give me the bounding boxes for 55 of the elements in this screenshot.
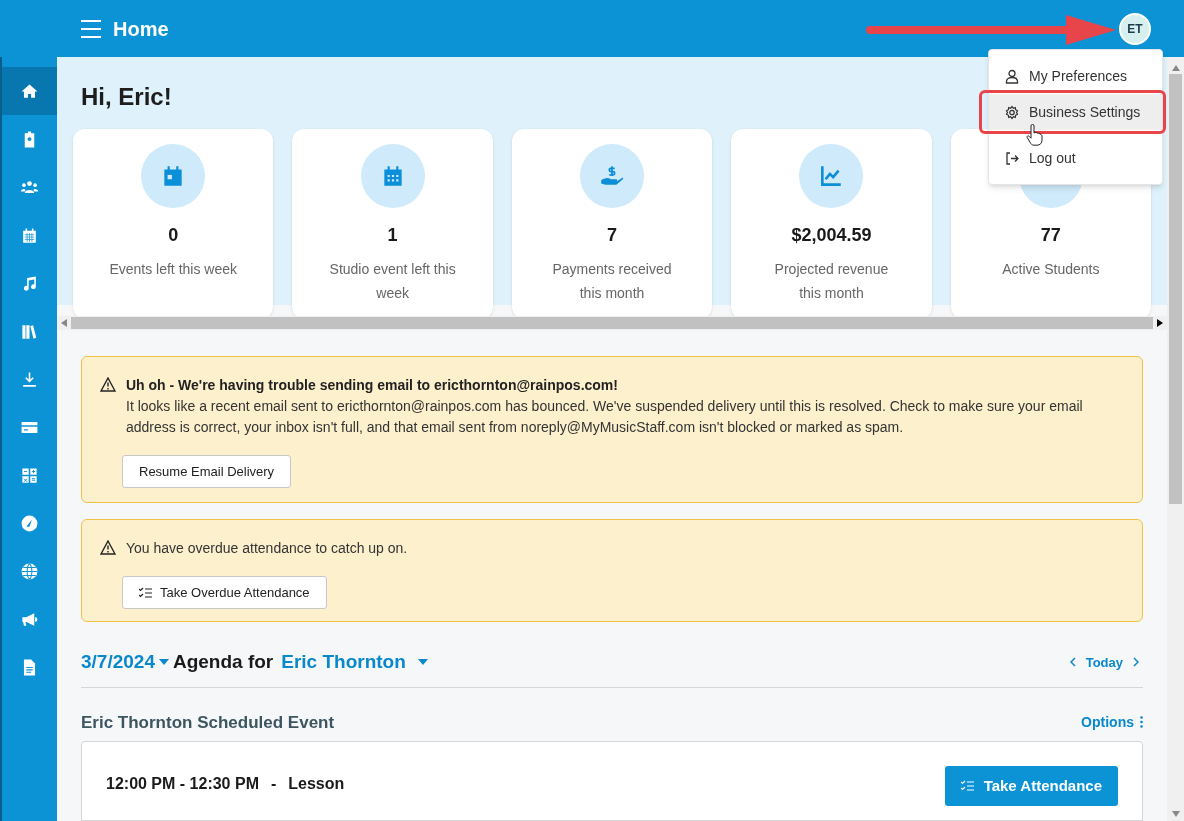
scroll-up-icon[interactable] (1171, 65, 1180, 71)
avatar[interactable]: ET (1119, 12, 1151, 45)
calendar-icon (20, 225, 39, 245)
caret-icon (417, 659, 428, 666)
separator-text: - (270, 774, 277, 794)
download-icon (20, 369, 39, 389)
previous-icon[interactable] (1069, 657, 1076, 668)
alert-title: Uh oh - We're having trouble sending email to ericthornton@rainpos.com! (126, 376, 619, 395)
home-icon (20, 81, 39, 101)
greeting: Hi, Eric! (81, 82, 172, 112)
agenda-title: Agenda for (172, 650, 274, 674)
today-button[interactable]: Today (1085, 652, 1123, 672)
scroll-left-icon[interactable] (61, 318, 67, 327)
stat-label: Projected revenue this month (773, 260, 890, 303)
gauge-icon (20, 513, 39, 533)
stat-value: $2,004.59 (791, 224, 872, 247)
logout-icon (1005, 150, 1019, 166)
menu-item[interactable]: Log out (989, 140, 1162, 176)
stat-value: 77 (1040, 224, 1061, 247)
warning-icon (100, 377, 116, 392)
alert-message: It looks like a recent email sent to ericthornton@rainpos.com has bounced. We've suspended delivery until this is resolved. Check to make sure your email address is correct, your inbox isn't full, and that email sent from noreply@MyMusicStaff.com isn't blocked or marked as spam. (126, 397, 1084, 437)
pointer-cursor-icon (1026, 124, 1043, 146)
person-icon (1005, 68, 1019, 84)
menu-icon[interactable] (81, 19, 101, 38)
globe-icon (20, 561, 39, 581)
options-button[interactable]: Options (1081, 711, 1143, 733)
section-title: Eric Thornton Scheduled Event (81, 711, 335, 734)
menu-item[interactable]: Business Settings (989, 94, 1162, 130)
calculator-icon (20, 465, 39, 485)
stat-value: 7 (607, 224, 617, 247)
checklist-icon (960, 780, 974, 792)
alert-button[interactable]: Resume Email Delivery (122, 455, 292, 488)
more-icon (1140, 716, 1143, 729)
warning-icon (100, 540, 116, 555)
date-picker[interactable]: 3/7/2024 (81, 648, 169, 677)
event-type: Lesson (288, 774, 345, 794)
scroll-right-icon[interactable] (1157, 318, 1163, 327)
next-icon[interactable] (1133, 657, 1139, 668)
stat-value: 0 (168, 224, 179, 247)
event-time: 12:00 PM - 12:30 PM (106, 774, 259, 794)
caret-icon (158, 659, 169, 666)
alert-button[interactable]: Take Overdue Attendance (122, 576, 327, 609)
scroll-down-icon[interactable] (1171, 811, 1180, 817)
stat-label: Studio event left this week (328, 260, 457, 303)
gear-icon (1005, 104, 1019, 120)
vertical-scrollbar[interactable] (1167, 57, 1184, 821)
page-title: Home (113, 16, 169, 42)
menu-item[interactable]: My Preferences (989, 58, 1162, 94)
stat-label: Events left this week (109, 260, 238, 279)
person-dropdown[interactable]: Eric Thornton (281, 648, 428, 677)
stat-label: Payments received this month (551, 260, 673, 303)
stat-label: Active Students (1001, 260, 1101, 279)
stat-value: 1 (387, 224, 398, 247)
sidebar-item[interactable] (2, 67, 57, 115)
alert-message: You have overdue attendance to catch up on. (126, 539, 408, 558)
